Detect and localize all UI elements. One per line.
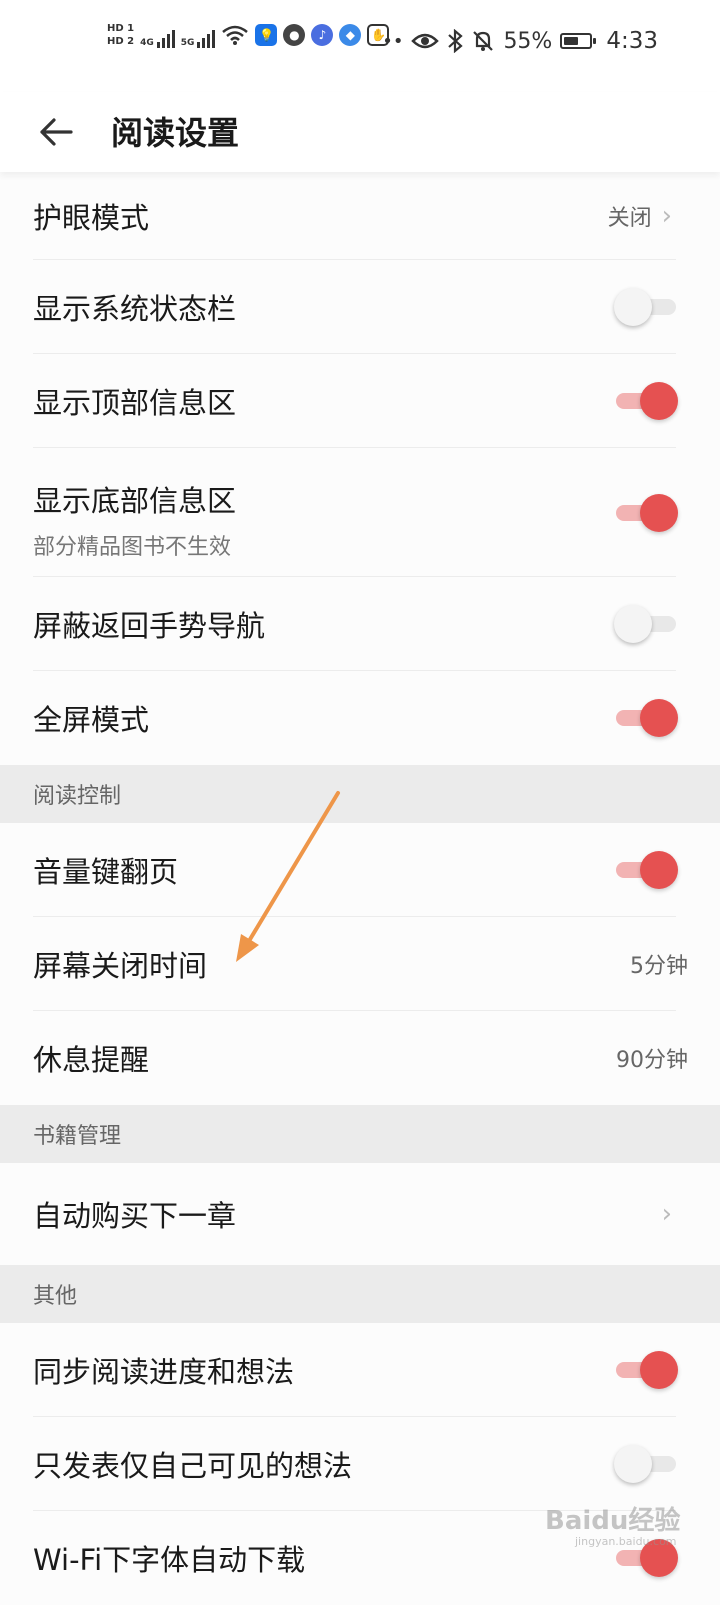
row-label: 自动购买下一章 xyxy=(33,1199,237,1233)
row-label: 休息提醒 xyxy=(33,1043,150,1077)
bluetooth-icon xyxy=(448,29,464,53)
row-label: 全屏模式 xyxy=(33,703,150,737)
row-screen-off-time[interactable]: 屏幕关闭时间 5分钟 xyxy=(0,917,720,1011)
eye-icon xyxy=(411,33,440,49)
switch-knob xyxy=(640,493,678,532)
toggle-switch[interactable] xyxy=(614,1445,678,1483)
row-sync-progress: 同步阅读进度和想法 xyxy=(0,1323,720,1417)
row-label: 屏蔽返回手势导航 xyxy=(33,609,266,643)
row-block-back-gesture: 屏蔽返回手势导航 xyxy=(0,577,720,671)
watermark-text: Baidu经验 xyxy=(545,1506,681,1536)
section-title: 其他 xyxy=(33,1284,78,1309)
battery-percent: 55% xyxy=(503,28,553,54)
toggle-switch[interactable] xyxy=(614,382,678,420)
signal-4g: 4G xyxy=(140,22,175,48)
row-auto-buy-next[interactable]: 自动购买下一章 › xyxy=(0,1163,720,1265)
row-show-bottom-info: 显示底部信息区 部分精品图书不生效 xyxy=(0,448,720,577)
toggle-switch[interactable] xyxy=(614,288,678,326)
clock: 4:33 xyxy=(606,28,658,54)
screen-off-time-value: 5分钟 xyxy=(630,954,688,979)
row-label: 屏幕关闭时间 xyxy=(33,949,208,983)
sim-indicators: HD 1 HD 2 xyxy=(107,23,134,47)
bell-muted-icon xyxy=(473,31,494,51)
wifi-icon xyxy=(222,25,249,45)
signal-5g: 5G xyxy=(181,22,216,48)
signal-bars-icon xyxy=(197,28,216,48)
switch-knob xyxy=(614,1445,652,1483)
toggle-switch[interactable] xyxy=(614,699,678,737)
section-header-other: 其他 xyxy=(0,1265,720,1323)
row-rest-reminder[interactable]: 休息提醒 90分钟 xyxy=(0,1011,720,1105)
title-bar: 阅读设置 xyxy=(0,92,720,172)
signal-bars-icon xyxy=(156,28,175,48)
row-label: 只发表仅自己可见的想法 xyxy=(33,1449,353,1483)
row-volume-key-page: 音量键翻页 xyxy=(0,823,720,917)
toggle-switch[interactable] xyxy=(614,851,678,889)
row-label: Wi-Fi下字体自动下载 xyxy=(33,1543,306,1577)
switch-knob xyxy=(640,699,678,737)
toggle-switch[interactable] xyxy=(614,1351,678,1389)
status-left: HD 1 HD 2 4G 5G 💡 ● ♪ ◆ ✋ xyxy=(107,22,390,48)
page-title: 阅读设置 xyxy=(111,114,240,152)
section-header-book-management: 书籍管理 xyxy=(0,1105,720,1163)
status-right: •• 55% 4:33 xyxy=(382,28,658,54)
row-private-thoughts: 只发表仅自己可见的想法 xyxy=(0,1417,720,1511)
network-type-1: 4G xyxy=(140,38,154,48)
network-type-2: 5G xyxy=(180,38,195,48)
row-label: 护眼模式 xyxy=(33,201,150,235)
chevron-right-icon: › xyxy=(661,1199,672,1229)
row-value: 关闭 › xyxy=(608,200,672,232)
browser-icon: ◆ xyxy=(339,24,362,46)
switch-knob xyxy=(640,382,678,420)
section-header-reading-control: 阅读控制 xyxy=(0,765,720,823)
section-title: 阅读控制 xyxy=(33,784,122,809)
row-label: 显示顶部信息区 xyxy=(33,386,237,420)
toggle-switch[interactable] xyxy=(614,493,678,532)
watermark-logo: Baidu经验 jingyan.baidu.com xyxy=(545,1500,680,1548)
sim1-indicator: HD 1 xyxy=(107,23,135,34)
row-label: 音量键翻页 xyxy=(33,855,179,889)
row-label: 显示系统状态栏 xyxy=(33,292,237,326)
row-eye-mode[interactable]: 护眼模式 关闭 › xyxy=(0,172,720,260)
section-title: 书籍管理 xyxy=(33,1124,122,1149)
music-icon: ♪ xyxy=(311,24,334,46)
settings-list: 护眼模式 关闭 › 显示系统状态栏 显示顶部信息区 显示底部信息区 部分精品图书… xyxy=(0,172,720,1605)
row-fullscreen: 全屏模式 xyxy=(0,671,720,765)
watermark-url: jingyan.baidu.com xyxy=(575,1535,677,1548)
switch-knob xyxy=(614,605,652,643)
back-arrow-icon xyxy=(40,118,73,146)
chevron-right-icon: › xyxy=(661,201,672,231)
bulb-app-icon: 💡 xyxy=(255,24,278,46)
rest-reminder-value: 90分钟 xyxy=(616,1048,688,1073)
more-dots-icon: •• xyxy=(382,30,404,52)
row-show-top-info: 显示顶部信息区 xyxy=(0,354,720,448)
row-label: 显示底部信息区 xyxy=(33,484,237,518)
battery-fill xyxy=(564,37,578,45)
switch-knob xyxy=(614,288,652,326)
row-label: 同步阅读进度和想法 xyxy=(33,1355,295,1389)
battery-icon xyxy=(560,33,597,49)
switch-knob xyxy=(640,851,678,889)
switch-knob xyxy=(640,1351,678,1389)
message-icon: ● xyxy=(283,24,306,46)
eye-mode-value: 关闭 xyxy=(607,206,652,231)
toggle-switch[interactable] xyxy=(614,605,678,643)
sim2-indicator: HD 2 xyxy=(107,36,135,47)
row-sublabel: 部分精品图书不生效 xyxy=(33,535,232,560)
status-bar: HD 1 HD 2 4G 5G 💡 ● ♪ ◆ ✋ •• 55% 4:33 xyxy=(0,0,720,92)
back-button[interactable] xyxy=(30,106,82,158)
row-value: › xyxy=(662,1199,672,1229)
row-show-status-bar: 显示系统状态栏 xyxy=(0,260,720,354)
